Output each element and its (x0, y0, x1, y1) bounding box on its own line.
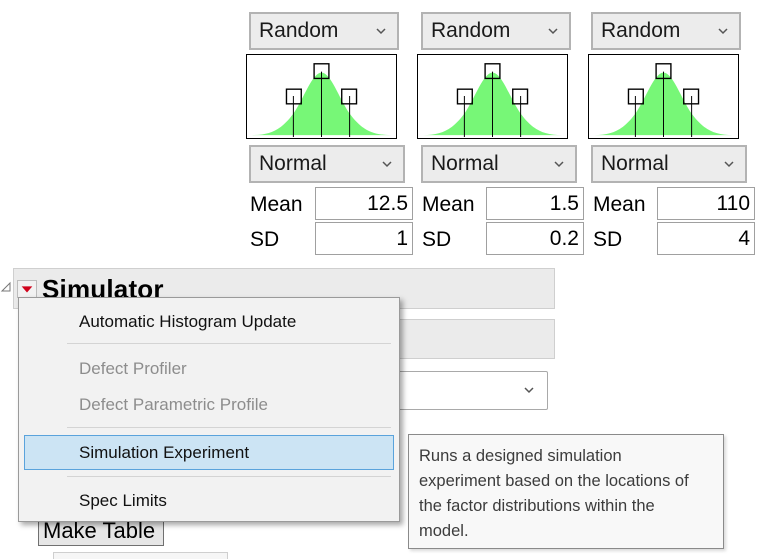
menu-item-defect-profiler: Defect Profiler (79, 359, 187, 378)
factor2-method-dropdown[interactable]: Random (421, 12, 571, 50)
menu-item-simulation-experiment[interactable]: Simulation Experiment (79, 443, 249, 463)
factor3-mean-label: Mean (593, 193, 646, 216)
chevron-down-icon (718, 28, 728, 35)
factor1-distribution-plot[interactable] (246, 54, 397, 139)
factor1-sd-label: SD (250, 228, 280, 251)
factor3-sd-label: SD (593, 228, 623, 251)
factor3-method-value: Random (601, 19, 681, 42)
factor3-distribution-dropdown[interactable]: Normal (591, 145, 747, 183)
factor2-distribution-dropdown[interactable]: Normal (421, 145, 577, 183)
factor3-mean-input[interactable]: 110 (657, 187, 755, 220)
menu-item-spec-limits[interactable]: Spec Limits (79, 491, 167, 511)
tooltip: Runs a designed simulation experiment ba… (408, 434, 724, 549)
menu-item-defect-parametric-profile: Defect Parametric Profile (79, 395, 268, 414)
factor2-mean-input[interactable]: 1.5 (486, 187, 584, 220)
context-menu: Automatic Histogram Update Defect Profil… (18, 297, 400, 522)
factor1-method-dropdown[interactable]: Random (249, 12, 399, 50)
chevron-down-icon (548, 28, 558, 35)
chevron-down-icon (554, 161, 564, 168)
factor2-method-value: Random (431, 19, 511, 42)
tooltip-line: model. (419, 522, 469, 540)
disclosure-triangle-icon[interactable] (0, 281, 12, 293)
chevron-down-icon (724, 161, 734, 168)
factor1-distribution-value: Normal (259, 152, 327, 175)
menu-separator (67, 343, 391, 344)
factor1-sd-input[interactable]: 1 (315, 222, 413, 255)
red-triangle-icon (21, 286, 33, 293)
factor2-distribution-plot[interactable] (417, 54, 568, 139)
tooltip-line: the factor distributions within the (419, 497, 655, 515)
tooltip-line: experiment based on the locations of (419, 472, 689, 490)
background-panel (398, 319, 555, 359)
background-strip (53, 552, 228, 559)
factor3-distribution-plot[interactable] (588, 54, 739, 139)
factor3-method-dropdown[interactable]: Random (591, 12, 741, 50)
factor3-distribution-value: Normal (601, 152, 669, 175)
factor2-distribution-value: Normal (431, 152, 499, 175)
factor1-method-value: Random (259, 19, 339, 42)
red-triangle-menu-button[interactable] (17, 280, 37, 298)
factor3-sd-input[interactable]: 4 (657, 222, 755, 255)
factor2-sd-input[interactable]: 0.2 (486, 222, 584, 255)
chevron-down-icon (376, 28, 386, 35)
factor2-sd-label: SD (422, 228, 452, 251)
menu-separator (67, 476, 391, 477)
tooltip-line: Runs a designed simulation (419, 447, 622, 465)
factor2-mean-label: Mean (422, 193, 475, 216)
chevron-down-icon (382, 161, 392, 168)
chevron-down-icon (524, 387, 534, 394)
factor1-mean-input[interactable]: 12.5 (315, 187, 413, 220)
factor1-distribution-dropdown[interactable]: Normal (249, 145, 405, 183)
menu-separator (67, 427, 391, 428)
menu-item-automatic-histogram-update[interactable]: Automatic Histogram Update (79, 312, 296, 332)
background-dropdown[interactable] (398, 371, 548, 410)
factor1-mean-label: Mean (250, 193, 303, 216)
